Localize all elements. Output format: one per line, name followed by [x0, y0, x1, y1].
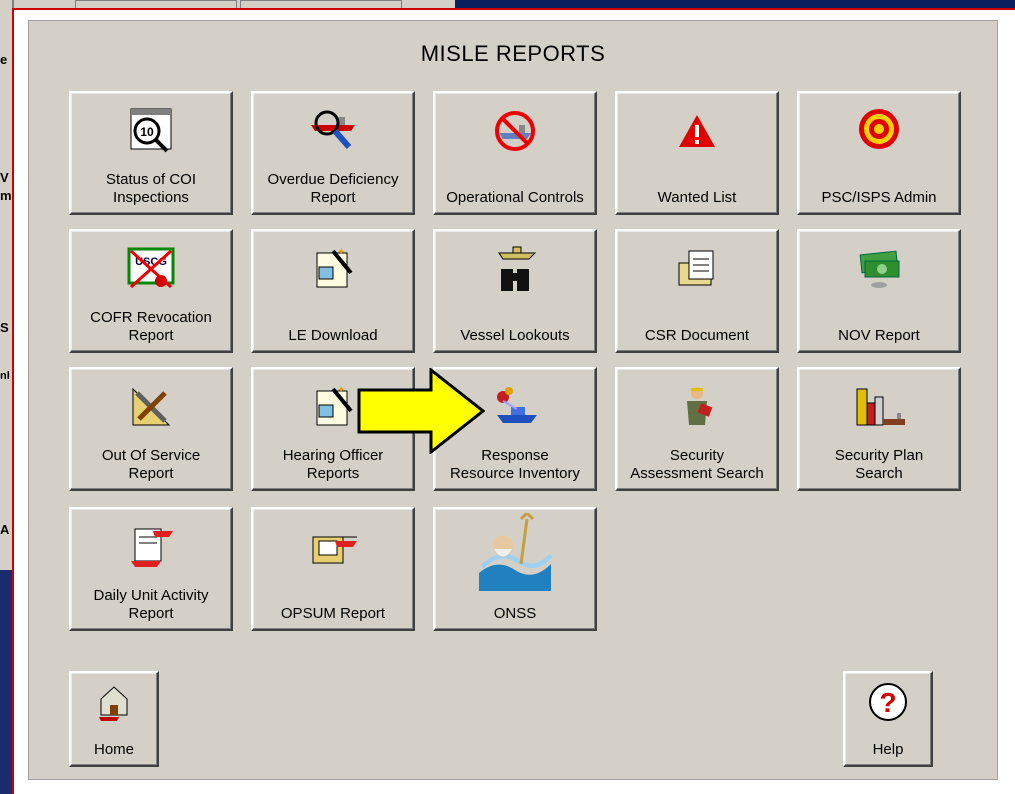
- house-icon: [99, 686, 128, 721]
- nov-report-label: NOV Report: [838, 327, 920, 344]
- pointer-arrow-icon: [357, 368, 485, 454]
- background-text-fragment: A: [0, 522, 10, 537]
- nov-report-button[interactable]: NOV Report: [797, 229, 961, 353]
- overdue-deficiency-label: Overdue Deficiency Report: [267, 171, 399, 206]
- out-of-service-label: Out Of Service Report: [101, 447, 201, 482]
- inspector-icon: [687, 387, 713, 425]
- psc-isps-admin-button[interactable]: PSC/ISPS Admin: [797, 91, 961, 215]
- vessel-lookouts-label: Vessel Lookouts: [460, 327, 570, 344]
- csr-document-label: CSR Document: [644, 327, 750, 344]
- buildings-ship-icon: [856, 388, 905, 426]
- wanted-list-button[interactable]: Wanted List: [615, 91, 779, 215]
- page-title: MISLE REPORTS: [420, 41, 606, 66]
- overdue-deficiency-button[interactable]: Overdue Deficiency Report: [251, 91, 415, 215]
- misle-reports-window: MISLE REPORTS 10 Status of COI Inspectio…: [12, 8, 1015, 794]
- home-label: Home: [93, 741, 134, 758]
- svg-text:✦: ✦: [337, 247, 345, 258]
- vessel-lookouts-button[interactable]: Vessel Lookouts: [433, 229, 597, 353]
- question-mark-icon: ?: [869, 683, 907, 721]
- security-plan-label: Security Plan Search: [834, 447, 924, 482]
- svg-text:✦: ✦: [337, 385, 345, 396]
- onss-label: ONSS: [493, 605, 537, 622]
- helicopter-document-icon: [131, 528, 173, 567]
- neptune-icon: [479, 513, 553, 591]
- reports-panel: MISLE REPORTS 10 Status of COI Inspectio…: [28, 20, 998, 780]
- cofr-revocation-label: COFR Revocation Report: [90, 309, 212, 344]
- help-button[interactable]: ? Help: [843, 671, 933, 767]
- help-label: Help: [872, 741, 904, 758]
- warning-triangle-icon: [679, 115, 715, 147]
- csr-document-button[interactable]: CSR Document: [615, 229, 779, 353]
- background-text-fragment: V: [0, 170, 9, 185]
- background-text-fragment: e: [0, 52, 8, 67]
- le-download-label: LE Download: [288, 327, 378, 344]
- wizard-notepad-icon: ✦: [316, 385, 353, 426]
- tools-icon: [132, 387, 171, 426]
- psc-isps-admin-label: PSC/ISPS Admin: [821, 189, 937, 206]
- binoculars-boat-icon: [498, 246, 537, 291]
- magnifier-vessel-icon: [311, 110, 355, 149]
- le-download-button[interactable]: ✦ LE Download: [251, 229, 415, 353]
- security-assessment-button[interactable]: Security Assessment Search: [615, 367, 779, 491]
- wanted-list-label: Wanted List: [657, 189, 737, 206]
- no-vessel-icon: [495, 111, 535, 151]
- document-folder-icon: [678, 250, 714, 286]
- opsum-report-label: OPSUM Report: [280, 605, 386, 622]
- out-of-service-button[interactable]: Out Of Service Report: [69, 367, 233, 491]
- uscg-certificate-icon: USCG: [127, 247, 175, 289]
- fireboat-icon: [497, 387, 537, 423]
- wizard-notepad-icon: ✦: [316, 247, 353, 288]
- opsum-report-button[interactable]: OPSUM Report: [251, 507, 415, 631]
- home-button[interactable]: Home: [69, 671, 159, 767]
- daily-unit-activity-button[interactable]: Daily Unit Activity Report: [69, 507, 233, 631]
- status-coi-button[interactable]: 10 Status of COI Inspections: [69, 91, 233, 215]
- coi-inspection-icon: 10: [130, 108, 172, 153]
- target-icon: [859, 109, 899, 149]
- helicopter-folder-icon: [312, 536, 357, 564]
- onss-button[interactable]: ONSS: [433, 507, 597, 631]
- svg-text:10: 10: [140, 125, 154, 139]
- operational-controls-button[interactable]: Operational Controls: [433, 91, 597, 215]
- status-coi-label: Status of COI Inspections: [105, 171, 197, 206]
- background-text-fragment: S: [0, 320, 9, 335]
- security-assessment-label: Security Assessment Search: [630, 447, 764, 482]
- daily-unit-activity-label: Daily Unit Activity Report: [93, 587, 209, 622]
- cofr-revocation-button[interactable]: USCG COFR Revocation Report: [69, 229, 233, 353]
- background-text-fragment: m: [0, 188, 12, 203]
- operational-controls-label: Operational Controls: [446, 189, 584, 206]
- background-text-fragment: nl: [0, 370, 10, 382]
- money-icon: [859, 250, 900, 288]
- security-plan-button[interactable]: Security Plan Search: [797, 367, 961, 491]
- svg-text:?: ?: [879, 687, 896, 718]
